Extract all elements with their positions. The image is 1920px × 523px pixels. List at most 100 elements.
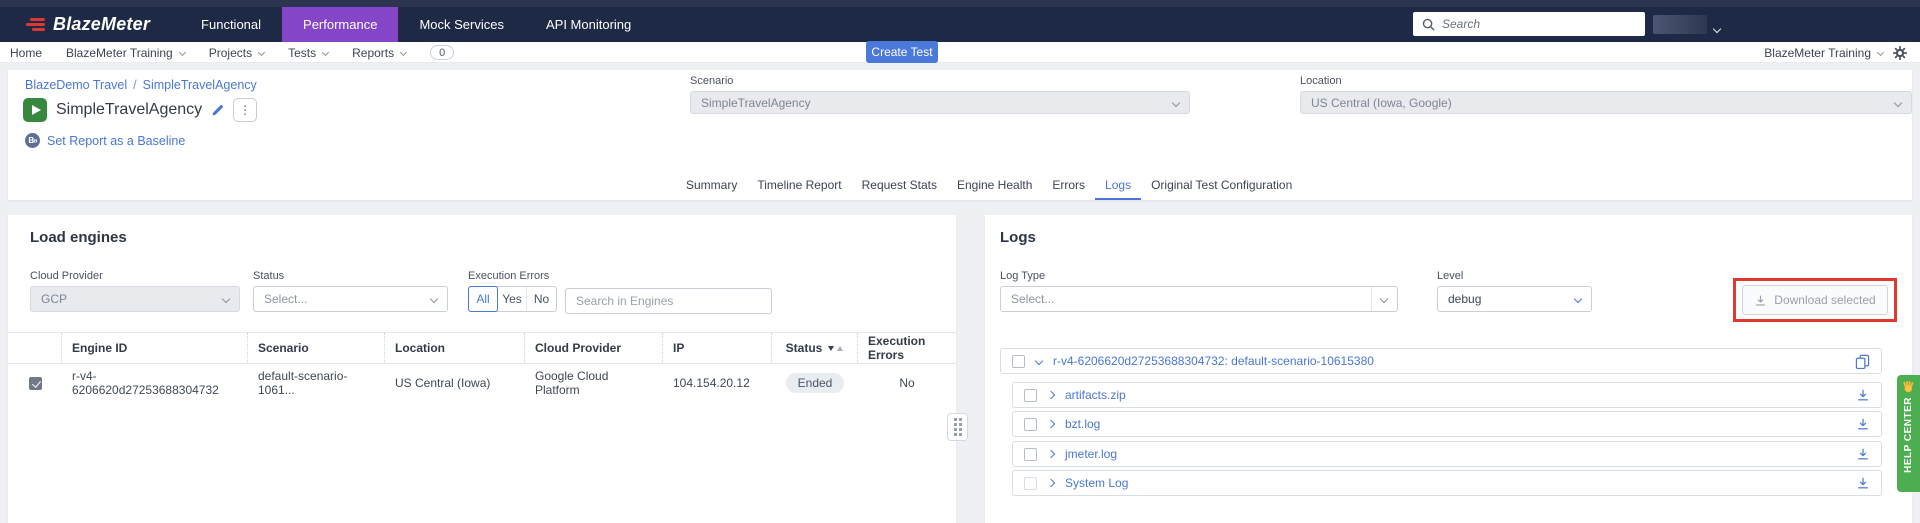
chevron-down-icon xyxy=(221,294,231,304)
user-menu-caret-icon[interactable] xyxy=(1712,24,1722,34)
engines-search-input[interactable] xyxy=(565,288,772,314)
search-input[interactable] xyxy=(1442,17,1636,31)
log-file-checkbox[interactable] xyxy=(1024,417,1037,431)
status-field: Status Select... xyxy=(253,270,448,312)
log-file-row[interactable]: artifacts.zip xyxy=(1012,382,1882,408)
nav-mock-services[interactable]: Mock Services xyxy=(398,7,525,42)
more-actions-button[interactable]: ⋮ xyxy=(233,98,258,122)
chevron-down-icon[interactable] xyxy=(1034,356,1044,366)
chevron-down-icon xyxy=(1573,294,1583,304)
log-file-checkbox[interactable] xyxy=(1024,476,1037,490)
breadcrumb-test-link[interactable]: SimpleTravelAgency xyxy=(143,78,257,92)
copy-icon[interactable] xyxy=(1855,354,1870,369)
download-icon[interactable] xyxy=(1856,476,1870,490)
baseline-icon xyxy=(25,133,40,148)
log-file-row[interactable]: System Log xyxy=(1012,470,1882,496)
row-checkbox[interactable] xyxy=(28,376,42,390)
toggle-option-yes[interactable]: Yes xyxy=(498,287,527,311)
search-icon xyxy=(1422,18,1435,31)
subnav-item-tests[interactable]: Tests xyxy=(288,46,330,60)
cell-execution-errors: No xyxy=(899,376,915,390)
cloud-provider-select[interactable]: GCP xyxy=(30,286,240,312)
help-center-tab[interactable]: HELP CENTER xyxy=(1897,375,1920,492)
log-file-link[interactable]: bzt.log xyxy=(1065,417,1100,431)
scenario-select[interactable]: SimpleTravelAgency xyxy=(690,91,1190,114)
chevron-down-icon xyxy=(429,294,439,304)
tab-summary[interactable]: Summary xyxy=(676,171,747,200)
log-file-row[interactable]: bzt.log xyxy=(1012,411,1882,437)
user-account-pill[interactable] xyxy=(1653,15,1707,34)
product-tabs: Functional Performance Mock Services API… xyxy=(180,7,652,42)
chevron-down-icon xyxy=(1379,294,1389,304)
log-group-row[interactable]: r-v4-6206620d27253688304732: default-sce… xyxy=(1000,348,1882,374)
tab-request-stats[interactable]: Request Stats xyxy=(852,171,947,200)
log-group-link[interactable]: r-v4-6206620d27253688304732: default-sce… xyxy=(1053,354,1374,368)
subnav-item-projects[interactable]: Projects xyxy=(209,46,266,60)
run-test-button[interactable] xyxy=(23,98,47,122)
nav-functional[interactable]: Functional xyxy=(180,7,282,42)
tab-engine-health[interactable]: Engine Health xyxy=(947,171,1042,200)
breadcrumb: BlazeDemo Travel / SimpleTravelAgency xyxy=(25,78,257,92)
edit-title-button[interactable] xyxy=(211,104,224,117)
toggle-option-all[interactable]: All xyxy=(468,286,498,312)
download-icon xyxy=(1756,295,1766,306)
download-icon[interactable] xyxy=(1856,447,1870,461)
log-file-checkbox[interactable] xyxy=(1024,388,1037,402)
log-type-label: Log Type xyxy=(1000,270,1046,282)
tab-timeline-report[interactable]: Timeline Report xyxy=(747,171,851,200)
chevron-down-icon xyxy=(1876,48,1885,57)
log-file-link[interactable]: jmeter.log xyxy=(1065,447,1117,461)
blazemeter-logo[interactable]: BlazeMeter xyxy=(0,7,180,42)
log-file-row[interactable]: jmeter.log xyxy=(1012,441,1882,467)
chevron-down-icon xyxy=(258,48,266,57)
tab-original-test-configuration[interactable]: Original Test Configuration xyxy=(1141,171,1302,200)
cloud-provider-label: Cloud Provider xyxy=(30,270,103,282)
status-select[interactable]: Select... xyxy=(253,286,448,312)
create-test-button[interactable]: Create Test xyxy=(866,41,938,63)
select-divider xyxy=(1371,287,1372,311)
logs-panel: Logs Log Type Select... Level debug Down… xyxy=(985,215,1912,523)
subnav-item-home[interactable]: Home xyxy=(10,46,42,60)
speed-lines-icon xyxy=(24,18,45,31)
chevron-right-icon[interactable] xyxy=(1046,449,1056,459)
breadcrumb-project-link[interactable]: BlazeDemo Travel xyxy=(25,78,127,92)
location-select[interactable]: US Central (Iowa, Google) xyxy=(1300,91,1912,114)
reports-count-badge[interactable]: 0 xyxy=(430,45,455,60)
download-icon[interactable] xyxy=(1856,388,1870,402)
subnav-item-reports[interactable]: Reports xyxy=(352,46,408,60)
subnav-item-workspace[interactable]: BlazeMeter Training xyxy=(66,46,186,60)
log-file-link[interactable]: System Log xyxy=(1065,476,1128,490)
download-selected-button[interactable]: Download selected xyxy=(1742,285,1888,315)
log-type-select[interactable]: Select... xyxy=(1000,286,1398,312)
level-select[interactable]: debug xyxy=(1437,286,1592,312)
pencil-icon xyxy=(212,104,224,116)
chevron-down-icon xyxy=(322,48,330,57)
scenario-label: Scenario xyxy=(690,75,734,87)
chevron-right-icon[interactable] xyxy=(1046,419,1056,429)
chevron-right-icon[interactable] xyxy=(1046,390,1056,400)
status-label: Status xyxy=(253,270,285,282)
panel-resize-handle[interactable] xyxy=(947,413,968,441)
toggle-option-no[interactable]: No xyxy=(527,287,556,311)
nav-performance[interactable]: Performance xyxy=(282,7,399,42)
workspace-switcher[interactable]: BlazeMeter Training xyxy=(1764,46,1885,60)
log-file-checkbox[interactable] xyxy=(1024,447,1037,461)
tab-errors[interactable]: Errors xyxy=(1042,171,1095,200)
cell-ip: 104.154.20.12 xyxy=(673,376,750,390)
download-icon[interactable] xyxy=(1856,417,1870,431)
log-file-link[interactable]: artifacts.zip xyxy=(1065,388,1126,402)
title-row: SimpleTravelAgency ⋮ xyxy=(23,98,258,122)
set-baseline-link[interactable]: Set Report as a Baseline xyxy=(25,133,185,148)
grip-dots-icon xyxy=(953,418,962,436)
top-strip xyxy=(0,0,1920,7)
log-type-field: Log Type Select... xyxy=(1000,270,1398,312)
settings-gear-icon[interactable] xyxy=(1892,45,1908,61)
tab-logs[interactable]: Logs xyxy=(1095,171,1141,200)
col-status-sortable[interactable]: Status xyxy=(772,333,858,363)
chevron-right-icon[interactable] xyxy=(1046,478,1056,488)
log-group-checkbox[interactable] xyxy=(1012,354,1025,368)
col-ip: IP xyxy=(663,333,772,363)
nav-api-monitoring[interactable]: API Monitoring xyxy=(525,7,652,42)
col-scenario: Scenario xyxy=(248,333,385,363)
col-checkbox xyxy=(8,333,62,363)
